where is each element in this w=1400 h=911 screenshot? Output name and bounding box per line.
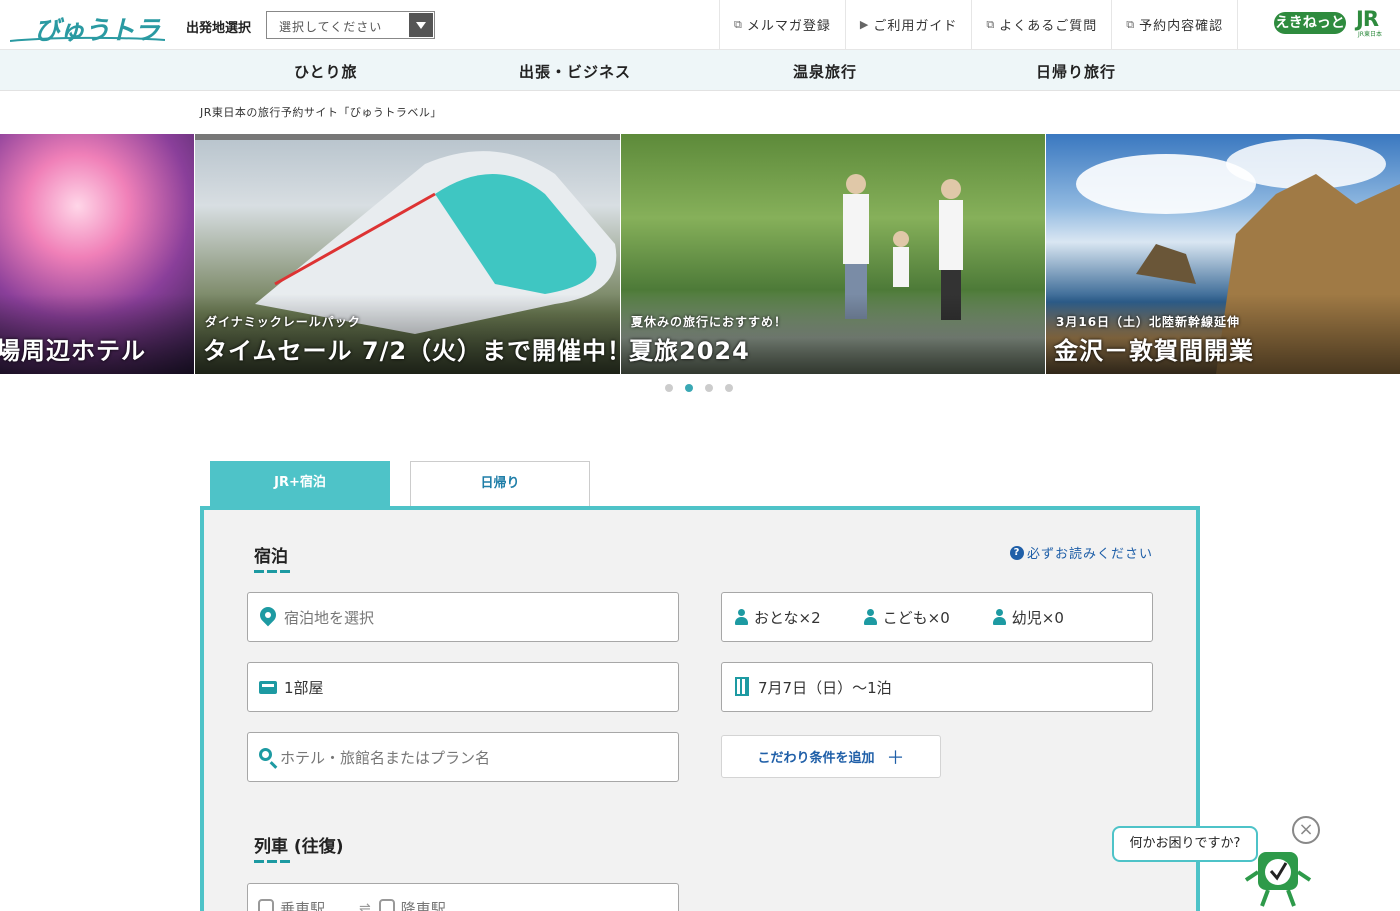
- slide-title: 夏旅2024: [629, 337, 750, 365]
- tab-day-trip[interactable]: 日帰り: [410, 461, 590, 507]
- carousel-dot-active[interactable]: [685, 384, 693, 392]
- close-icon[interactable]: ×: [1292, 816, 1320, 844]
- site-tagline: JR東日本の旅行予約サイト「びゅうトラベル」: [200, 106, 442, 119]
- nav-item-business[interactable]: 出張・ビジネス: [519, 61, 631, 82]
- top-links: ⧉ メルマガ登録 ▶ ご利用ガイド ⧉ よくあるご質問 ⧉ 予約内容確認: [719, 0, 1239, 49]
- dates-field[interactable]: 7月7日（日）～1泊: [721, 662, 1153, 712]
- carousel-dot[interactable]: [665, 384, 673, 392]
- external-link-icon: ⧉: [1126, 17, 1136, 31]
- nav-item-day-trip[interactable]: 日帰り旅行: [1036, 61, 1116, 82]
- slide-title: タイムセール 7/2（火）まで開催中！: [203, 337, 620, 365]
- search-panel: 宿泊 ? 必ずお読みください 宿泊地を選択 おとな×2 こども×0 幼児×0 1…: [200, 506, 1200, 911]
- rooms-value: 1部屋: [284, 678, 324, 697]
- dropdown-arrow-icon: [409, 13, 433, 37]
- board-station-placeholder: 乗車駅: [280, 899, 326, 911]
- hero-carousel: 場周辺ホテル ダイナミックレールパック タイムセール 7/2（火）まで開催中！ …: [0, 134, 1400, 374]
- section-underline: [254, 860, 290, 863]
- dates-value: 7月7日（日）～1泊: [758, 678, 892, 697]
- destination-placeholder: 宿泊地を選択: [284, 608, 375, 627]
- slide-subtitle: 夏休みの旅行におすすめ！: [631, 315, 788, 329]
- nav-item-solo-trip[interactable]: ひとり旅: [294, 61, 358, 82]
- train-stations-field[interactable]: 乗車駅 ⇌ 降車駅: [247, 883, 679, 911]
- search-icon: [258, 747, 278, 767]
- site-logo[interactable]: びゅうトラベル: [10, 6, 170, 83]
- departure-label: 出発地選択: [186, 21, 252, 36]
- train-icon: [378, 899, 395, 911]
- rooms-field[interactable]: 1部屋: [247, 662, 679, 712]
- jr-logo-subtext: JR東日本: [1358, 31, 1382, 38]
- external-link-icon: ⧉: [734, 17, 743, 31]
- carousel-slide[interactable]: 3月16日（土）北陸新幹線延伸 金沢－敦賀間開業: [1046, 134, 1400, 374]
- link-booking-check[interactable]: ⧉ 予約内容確認: [1111, 0, 1239, 49]
- link-booking-check-label: 予約内容確認: [1139, 19, 1224, 34]
- nav-item-onsen[interactable]: 温泉旅行: [793, 61, 857, 82]
- train-icon: [258, 899, 274, 911]
- jr-logo-text: JR: [1356, 7, 1379, 31]
- link-faq[interactable]: ⧉ よくあるご質問: [971, 0, 1111, 49]
- building-icon: [732, 677, 752, 697]
- link-guide[interactable]: ▶ ご利用ガイド: [844, 0, 971, 49]
- logo-swoosh-icon: [10, 36, 165, 42]
- mascot-icon[interactable]: [1244, 850, 1312, 908]
- notice-link[interactable]: ? 必ずお読みください: [1010, 543, 1153, 562]
- person-icon: [863, 608, 877, 626]
- site-header: びゅうトラベル 出発地選択 選択してください ⧉ メルマガ登録 ▶ ご利用ガイド…: [0, 0, 1400, 83]
- slide-subtitle: 3月16日（土）北陸新幹線延伸: [1056, 315, 1241, 329]
- bed-icon: [258, 677, 278, 697]
- adults-count: おとな×2: [734, 607, 821, 628]
- alight-station-placeholder: 降車駅: [400, 899, 446, 911]
- train-section-title: 列車 (往復): [254, 837, 344, 857]
- children-label: こども×0: [882, 608, 950, 627]
- section-underline: [254, 570, 290, 573]
- link-guide-label: ご利用ガイド: [873, 19, 958, 34]
- map-pin-icon: [256, 603, 280, 627]
- adults-label: おとな×2: [754, 608, 821, 627]
- guests-field[interactable]: おとな×2 こども×0 幼児×0: [721, 592, 1153, 642]
- carousel-dot[interactable]: [725, 384, 733, 392]
- departure-select[interactable]: 選択してください: [266, 11, 435, 39]
- ekinet-logo[interactable]: えきねっと: [1274, 12, 1346, 34]
- tab-jr-stay[interactable]: JR+宿泊: [210, 461, 390, 507]
- link-newsletter[interactable]: ⧉ メルマガ登録: [719, 0, 845, 49]
- plus-icon: ＋: [886, 747, 905, 769]
- main-nav: ひとり旅 出張・ビジネス 温泉旅行 日帰り旅行: [0, 50, 1400, 91]
- keyword-placeholder: ホテル・旅館名またはプラン名: [280, 748, 491, 767]
- infants-count: 幼児×0: [992, 607, 1064, 628]
- slide-subtitle: ダイナミックレールパック: [205, 315, 361, 329]
- carousel-slide[interactable]: ダイナミックレールパック タイムセール 7/2（火）まで開催中！: [195, 134, 620, 374]
- link-faq-label: よくあるご質問: [999, 19, 1098, 34]
- question-icon: ?: [1010, 545, 1024, 560]
- carousel-slide[interactable]: 夏休みの旅行におすすめ！ 夏旅2024: [621, 134, 1045, 374]
- swap-arrows-icon[interactable]: ⇌: [359, 900, 371, 911]
- keyword-field[interactable]: ホテル・旅館名またはプラン名: [247, 732, 679, 782]
- slide-title: 金沢－敦賀間開業: [1054, 337, 1254, 365]
- carousel-slide[interactable]: 場周辺ホテル: [0, 134, 194, 374]
- children-count: こども×0: [863, 607, 950, 628]
- destination-field[interactable]: 宿泊地を選択: [247, 592, 679, 642]
- carousel-dots: [665, 384, 733, 392]
- notice-label: 必ずお読みください: [1027, 547, 1154, 562]
- infants-label: 幼児×0: [1011, 608, 1064, 627]
- carousel-dot[interactable]: [705, 384, 713, 392]
- external-link-icon: ⧉: [986, 17, 996, 31]
- person-icon: [992, 608, 1006, 626]
- help-chat-bubble[interactable]: 何かお困りですか?: [1112, 826, 1258, 862]
- add-conditions-label: こだわり条件を追加: [757, 751, 875, 766]
- triangle-right-icon: ▶: [859, 18, 870, 31]
- stay-section-title: 宿泊: [254, 547, 288, 567]
- add-conditions-button[interactable]: こだわり条件を追加 ＋: [721, 735, 941, 778]
- link-newsletter-label: メルマガ登録: [746, 19, 831, 34]
- departure-select-value: 選択してください: [279, 20, 383, 34]
- person-icon: [734, 608, 748, 626]
- jr-east-logo[interactable]: JR JR東日本: [1354, 7, 1390, 38]
- slide-title: 場周辺ホテル: [0, 337, 146, 365]
